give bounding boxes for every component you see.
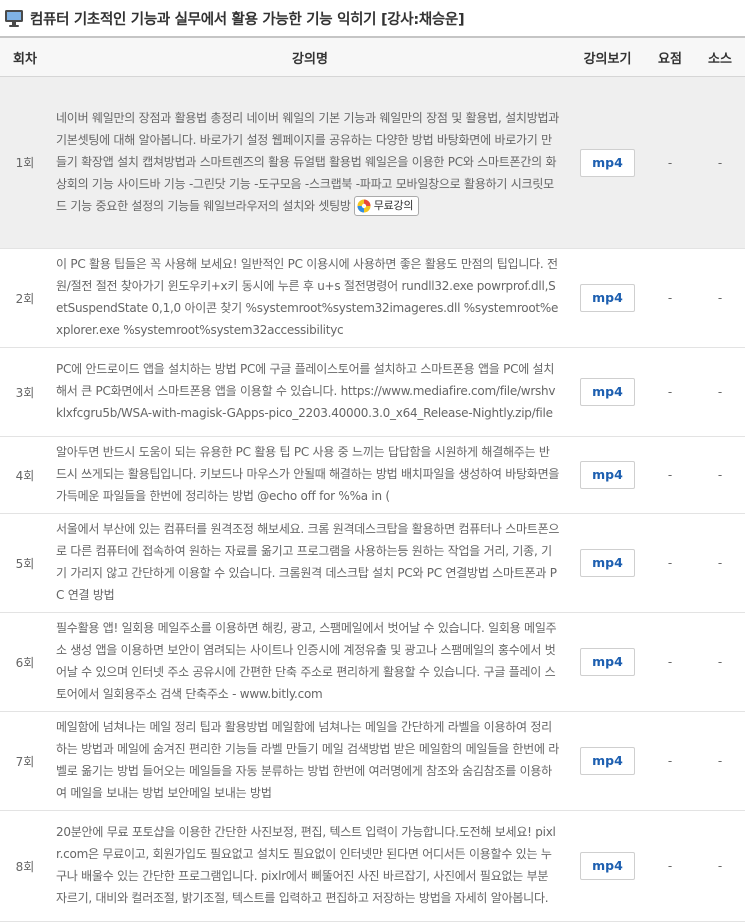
header-source: 소스 [695,37,745,77]
table-row: 2회 이 PC 활용 팁들은 꼭 사용해 보세요! 일반적인 PC 이용시에 사… [0,248,745,348]
source-cell: - [695,810,745,922]
mp4-button[interactable]: mp4 [580,148,635,177]
table-header-row: 회차 강의명 강의보기 요점 소스 [0,37,745,77]
page-title: 컴퓨터 기초적인 기능과 실무에서 활용 가능한 기능 익히기 [강사:채승운] [30,11,465,28]
source-cell: - [695,347,745,437]
mp4-button[interactable]: mp4 [580,284,635,312]
watch-cell: mp4 [570,711,645,811]
header-summary: 요점 [645,37,695,77]
round-cell: 8회 [0,810,50,922]
table-row: 3회 PC에 안드로이드 앱을 설치하는 방법 PC에 구글 플레이스토어를 설… [0,347,745,437]
table-row: 8회 20분안에 무료 포토샵을 이용한 간단한 사진보정, 편집, 텍스트 입… [0,810,745,922]
watch-cell: mp4 [570,810,645,922]
mp4-button[interactable]: mp4 [580,378,635,406]
monitor-icon [4,8,24,28]
round-cell: 5회 [0,513,50,613]
summary-cell: - [645,76,695,249]
watch-cell: mp4 [570,347,645,437]
lecture-description: 서울에서 부산에 있는 컴퓨터를 원격조정 해보세요. 크롬 원격데스크탑을 활… [50,513,570,613]
round-cell: 4회 [0,436,50,514]
watch-cell: mp4 [570,513,645,613]
header-lecture-name: 강의명 [50,37,570,77]
round-cell: 7회 [0,711,50,811]
watch-cell: mp4 [570,76,645,249]
table-row: 4회 알아두면 반드시 도움이 되는 유용한 PC 활용 팁 PC 사용 중 느… [0,436,745,514]
cd-icon [357,199,371,213]
round-cell: 6회 [0,612,50,712]
mp4-button[interactable]: mp4 [580,549,635,577]
round-cell: 1회 [0,76,50,249]
summary-cell: - [645,711,695,811]
source-cell: - [695,248,745,348]
summary-cell: - [645,436,695,514]
source-cell: - [695,513,745,613]
mp4-button[interactable]: mp4 [580,747,635,775]
lecture-description: 필수활용 앱! 일회용 메일주소를 이용하면 해킹, 광고, 스팸메일에서 벗어… [50,612,570,712]
lecture-description: 메일함에 넘쳐나는 메일 정리 팁과 활용방법 메일함에 넘쳐나는 메일을 간단… [50,711,570,811]
summary-cell: - [645,248,695,348]
mp4-button[interactable]: mp4 [580,461,635,489]
mp4-button[interactable]: mp4 [580,648,635,676]
source-cell: - [695,76,745,249]
watch-cell: mp4 [570,248,645,348]
table-row: 6회 필수활용 앱! 일회용 메일주소를 이용하면 해킹, 광고, 스팸메일에서… [0,612,745,712]
lecture-description: 이 PC 활용 팁들은 꼭 사용해 보세요! 일반적인 PC 이용시에 사용하면… [50,248,570,348]
round-cell: 3회 [0,347,50,437]
free-lecture-label: 무료강의 [373,199,414,212]
summary-cell: - [645,810,695,922]
summary-cell: - [645,513,695,613]
free-lecture-badge[interactable]: 무료강의 [353,196,420,216]
source-cell: - [695,612,745,712]
lecture-description: PC에 안드로이드 앱을 설치하는 방법 PC에 구글 플레이스토어를 설치하고… [50,347,570,437]
table-row: 5회 서울에서 부산에 있는 컴퓨터를 원격조정 해보세요. 크롬 원격데스크탑… [0,513,745,613]
mp4-button[interactable]: mp4 [580,852,635,880]
table-row: 7회 메일함에 넘쳐나는 메일 정리 팁과 활용방법 메일함에 넘쳐나는 메일을… [0,711,745,811]
page-header: 컴퓨터 기초적인 기능과 실무에서 활용 가능한 기능 익히기 [강사:채승운] [0,0,745,36]
description-text: 네이버 웨일만의 장점과 활용법 총정리 네이버 웨일의 기본 기능과 웨일만의… [56,110,560,213]
lecture-description: 알아두면 반드시 도움이 되는 유용한 PC 활용 팁 PC 사용 중 느끼는 … [50,436,570,514]
lecture-description: 20분안에 무료 포토샵을 이용한 간단한 사진보정, 편집, 텍스트 입력이 … [50,810,570,922]
lecture-description: 네이버 웨일만의 장점과 활용법 총정리 네이버 웨일의 기본 기능과 웨일만의… [50,76,570,249]
watch-cell: mp4 [570,612,645,712]
watch-cell: mp4 [570,436,645,514]
lecture-table: 회차 강의명 강의보기 요점 소스 1회 네이버 웨일만의 장점과 활용법 총정… [0,36,745,922]
round-cell: 2회 [0,248,50,348]
summary-cell: - [645,612,695,712]
table-row: 1회 네이버 웨일만의 장점과 활용법 총정리 네이버 웨일의 기본 기능과 웨… [0,76,745,249]
source-cell: - [695,436,745,514]
source-cell: - [695,711,745,811]
header-watch: 강의보기 [570,37,645,77]
summary-cell: - [645,347,695,437]
header-round: 회차 [0,37,50,77]
